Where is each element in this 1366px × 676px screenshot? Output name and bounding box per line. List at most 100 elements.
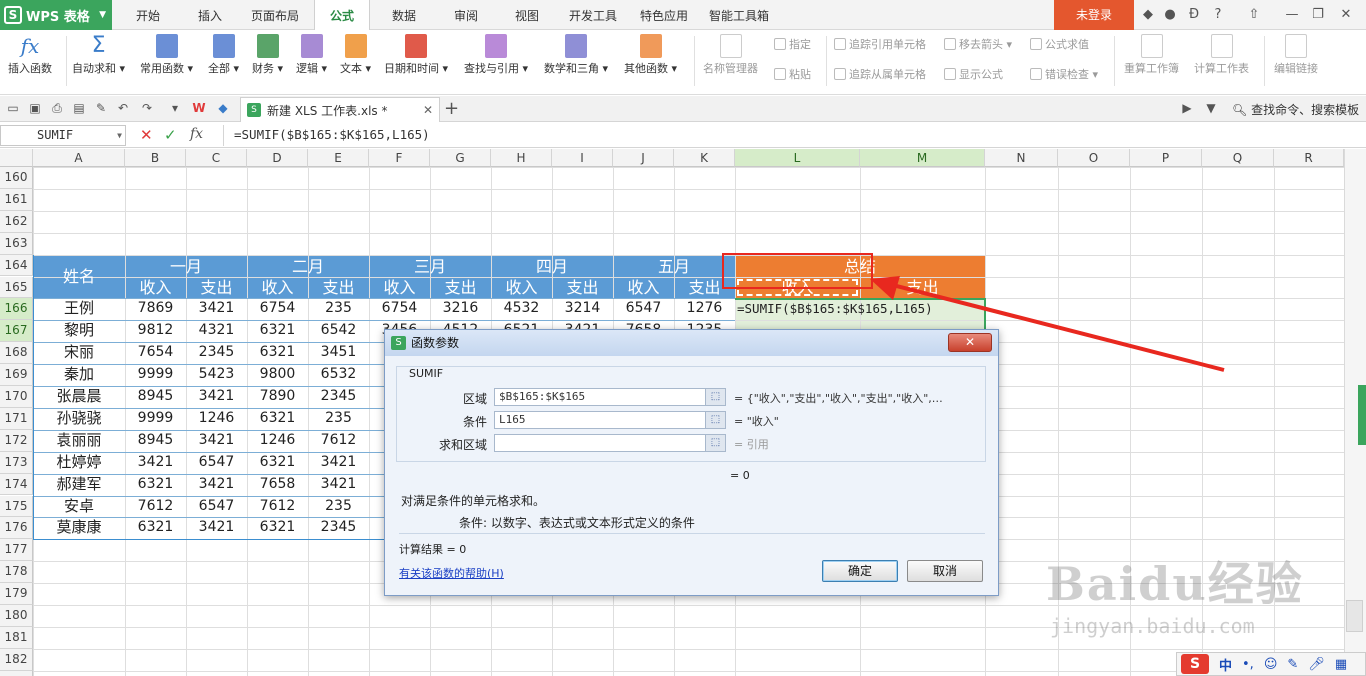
confirm-edit-icon[interactable]: ✓ (164, 126, 177, 144)
column-header-b[interactable]: B (125, 149, 186, 167)
emoji-icon[interactable]: ☺ (1264, 657, 1278, 672)
wps-docs-icon[interactable]: W (192, 101, 206, 115)
amount-cell[interactable]: 3421 (186, 386, 247, 408)
amount-cell[interactable]: 6321 (247, 342, 308, 364)
column-header-l[interactable]: L (735, 149, 860, 167)
punctuation-icon[interactable]: •, (1242, 657, 1254, 672)
login-button[interactable]: 未登录 (1054, 0, 1134, 30)
text-button[interactable]: 文本 ▾ (340, 34, 371, 76)
amount-cell[interactable]: 6321 (247, 320, 308, 342)
amount-cell[interactable]: 7869 (125, 298, 186, 320)
menu-item-review[interactable]: 审阅 (454, 0, 478, 30)
row-header-179[interactable]: 179 (0, 583, 33, 605)
column-header-m[interactable]: M (860, 149, 985, 167)
side-panel-toggle[interactable] (1358, 385, 1366, 445)
amount-cell[interactable]: 3421 (186, 517, 247, 539)
row-header-161[interactable]: 161 (0, 188, 33, 211)
column-header-i[interactable]: I (552, 149, 613, 167)
amount-cell[interactable]: 3421 (186, 298, 247, 320)
search-commands-box[interactable]: 🔍︎ 查找命令、搜索模板 (1232, 101, 1359, 118)
employee-name-cell[interactable]: 安卓 (33, 496, 125, 518)
amount-cell[interactable]: 3216 (430, 298, 491, 320)
amount-cell[interactable]: 6547 (613, 298, 674, 320)
amount-cell[interactable]: 6754 (247, 298, 308, 320)
amount-cell[interactable]: 7612 (308, 430, 369, 452)
chevron-down-icon[interactable]: ▾ (168, 101, 182, 115)
column-header-n[interactable]: N (985, 149, 1058, 167)
criteria-collapse-icon[interactable]: ⬚ (705, 412, 725, 428)
column-header-k[interactable]: K (674, 149, 735, 167)
minimize-icon[interactable]: — (1284, 7, 1300, 23)
summary-expense-cell[interactable]: 支出 (860, 277, 985, 299)
amount-cell[interactable]: 6532 (308, 364, 369, 386)
row-header-177[interactable]: 177 (0, 539, 33, 562)
ime-language[interactable]: 中 (1219, 655, 1232, 674)
employee-name-cell[interactable]: 宋丽 (33, 342, 125, 364)
amount-cell[interactable]: 9999 (125, 408, 186, 430)
amount-cell[interactable]: 1246 (186, 408, 247, 430)
cancel-button[interactable]: 取消 (907, 560, 983, 582)
criteria-input[interactable]: L165 (494, 411, 726, 429)
amount-cell[interactable]: 3421 (186, 430, 247, 452)
amount-cell[interactable]: 235 (308, 408, 369, 430)
name-box[interactable]: SUMIF ▼ (0, 125, 126, 146)
skin-icon[interactable]: ◆ (1140, 7, 1156, 23)
print-preview-icon[interactable]: ⎙ (50, 101, 64, 115)
insert-function-button[interactable]: fx 插入函数 (8, 34, 52, 76)
maximize-icon[interactable]: ❐ (1310, 7, 1326, 23)
menu-item-start[interactable]: 开始 (136, 0, 160, 30)
print-icon[interactable]: ▤ (72, 101, 86, 115)
microphone-icon[interactable]: 🎤︎ (1308, 657, 1325, 672)
row-header-169[interactable]: 169 (0, 364, 33, 386)
grid-menu-icon[interactable]: ▦ (1335, 657, 1347, 672)
amount-cell[interactable]: 4321 (186, 320, 247, 342)
date-time-button[interactable]: 日期和时间 ▾ (384, 34, 448, 76)
row-header-173[interactable]: 173 (0, 451, 33, 474)
format-painter-icon[interactable]: ✎ (94, 101, 108, 115)
restore-ribbon-icon[interactable]: ⇧ (1246, 7, 1262, 23)
select-all-corner[interactable] (0, 149, 33, 167)
amount-cell[interactable]: 1276 (674, 298, 735, 320)
amount-cell[interactable]: 5423 (186, 364, 247, 386)
define-name-button[interactable]: 指定 (774, 36, 811, 52)
sum-range-input[interactable] (494, 434, 726, 452)
range-collapse-icon[interactable]: ⬚ (705, 389, 725, 405)
amount-cell[interactable]: 7612 (125, 496, 186, 518)
other-functions-button[interactable]: 其他函数 ▾ (624, 34, 677, 76)
amount-cell[interactable]: 4532 (491, 298, 552, 320)
trace-precedents-button[interactable]: 追踪引用单元格 (834, 36, 926, 52)
column-header-f[interactable]: F (369, 149, 430, 167)
column-header-h[interactable]: H (491, 149, 552, 167)
feedback-icon[interactable]: ▼ (1204, 101, 1218, 115)
range-input[interactable]: $B$165:$K$165 (494, 388, 726, 406)
menu-item-page-layout[interactable]: 页面布局 (251, 0, 299, 30)
common-functions-button[interactable]: 常用函数 ▾ (140, 34, 193, 76)
math-trig-button[interactable]: 数学和三角 ▾ (544, 34, 608, 76)
evaluate-formula-button[interactable]: 公式求值 (1030, 36, 1089, 52)
share-icon[interactable]: Ð (1186, 7, 1202, 23)
new-tab-icon[interactable]: + (444, 98, 459, 119)
amount-cell[interactable]: 3421 (308, 474, 369, 496)
amount-cell[interactable]: 235 (308, 298, 369, 320)
column-header-p[interactable]: P (1130, 149, 1202, 167)
menu-item-smart-toolbox[interactable]: 智能工具箱 (709, 0, 769, 30)
remove-arrows-button[interactable]: 移去箭头 ▾ (944, 36, 1012, 52)
column-header-o[interactable]: O (1058, 149, 1130, 167)
video-icon[interactable]: ▶ (1180, 101, 1194, 115)
column-header-d[interactable]: D (247, 149, 308, 167)
employee-name-cell[interactable]: 袁丽丽 (33, 430, 125, 452)
amount-cell[interactable]: 235 (308, 496, 369, 518)
scrollbar-thumb[interactable] (1346, 600, 1363, 632)
employee-name-cell[interactable]: 杜婷婷 (33, 452, 125, 474)
row-header-175[interactable]: 175 (0, 495, 33, 518)
amount-cell[interactable]: 7658 (247, 474, 308, 496)
amount-cell[interactable]: 6321 (247, 517, 308, 539)
menu-item-data[interactable]: 数据 (392, 0, 416, 30)
row-header-170[interactable]: 170 (0, 386, 33, 408)
employee-name-cell[interactable]: 王例 (33, 298, 125, 320)
function-help-link[interactable]: 有关该函数的帮助(H) (399, 565, 504, 581)
amount-cell[interactable]: 6321 (247, 408, 308, 430)
amount-cell[interactable]: 3421 (308, 452, 369, 474)
column-header-g[interactable]: G (430, 149, 491, 167)
row-header-162[interactable]: 162 (0, 210, 33, 233)
